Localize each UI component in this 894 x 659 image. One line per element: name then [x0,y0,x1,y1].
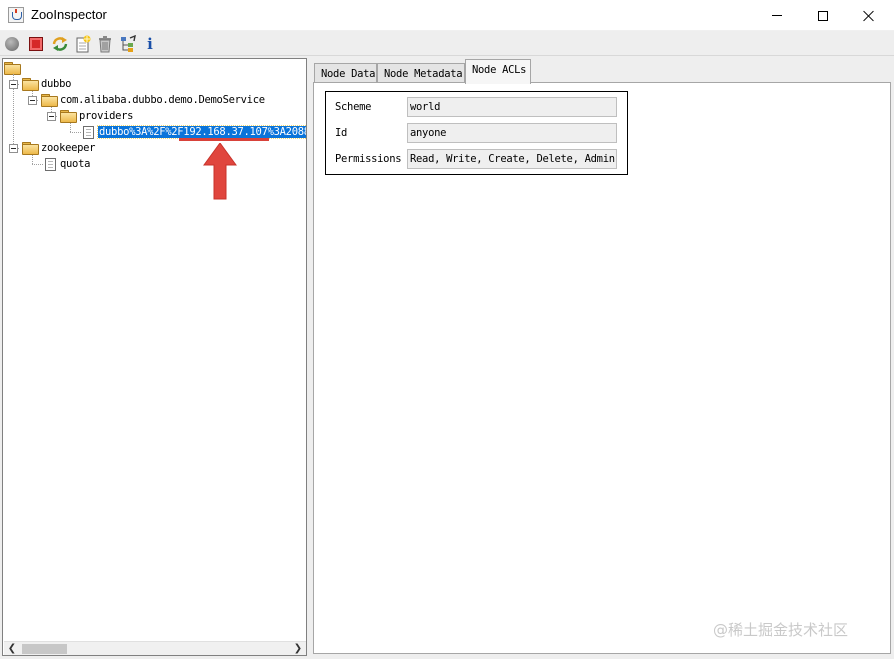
acl-id-label: Id [335,127,348,139]
acl-id-value[interactable]: anyone [407,123,617,143]
close-icon [863,10,875,22]
tree-node-label: dubbo%3A%2F%2F192.168.37.107%3A2088 [97,125,306,139]
connect-icon[interactable] [5,37,19,51]
maximize-button[interactable] [800,0,846,31]
tree-node-label: quota [60,158,91,170]
tree-node-label: providers [79,110,134,122]
delete-node-icon[interactable] [96,35,114,53]
tree-node-label: com.alibaba.dubbo.demo.DemoService [60,94,265,106]
collapse-toggle-zookeeper[interactable] [9,144,18,153]
collapse-toggle-providers[interactable] [47,112,56,121]
acl-entry: Scheme world Id anyone Permissions Read,… [325,91,628,175]
tree-node-dubbo[interactable]: dubbo [22,76,71,92]
about-icon[interactable]: i [143,35,157,53]
tree-node-label: dubbo [41,78,72,90]
refresh-icon[interactable] [51,35,69,53]
tree-node-providers[interactable]: providers [60,108,134,124]
window-title: ZooInspector [31,7,107,22]
tab-node-metadata[interactable]: Node Metadata [377,63,465,83]
node-viewers-icon[interactable] [119,34,137,53]
scroll-right-icon[interactable]: ❯ [292,642,304,655]
tree-line [70,132,81,133]
tree-node-demoservice[interactable]: com.alibaba.dubbo.demo.DemoService [41,92,265,108]
tab-node-data[interactable]: Node Data [314,63,377,83]
node-details-pane: Node Data Node Metadata Node ACLs Scheme… [311,58,892,656]
folder-icon [41,94,58,107]
tree-horizontal-scrollbar[interactable]: ❮ ❯ [4,641,306,655]
add-node-icon[interactable] [74,35,92,53]
scroll-thumb[interactable] [22,644,67,654]
annotation-arrow-icon [203,143,237,200]
acl-permissions-value[interactable]: Read, Write, Create, Delete, Admin [407,149,617,169]
document-icon [45,157,56,171]
document-icon [83,125,94,139]
maximize-icon [818,10,828,21]
folder-icon [4,62,21,75]
annotation-underline [179,138,269,141]
minimize-icon [772,15,782,16]
close-button[interactable] [846,0,892,31]
disconnect-icon[interactable] [29,37,43,51]
main-area: dubbo com.alibaba.dubbo.demo.DemoService… [0,56,894,659]
folder-icon [60,110,77,123]
acl-scheme-value[interactable]: world [407,97,617,117]
acl-permissions-label: Permissions [335,153,402,165]
toolbar: i [0,31,894,56]
scroll-left-icon[interactable]: ❮ [6,642,18,655]
collapse-toggle-dubbo[interactable] [9,80,18,89]
tree-node-zookeeper[interactable]: zookeeper [22,140,96,156]
minimize-button[interactable] [754,0,800,31]
folder-icon [22,142,39,155]
tree-line [32,164,43,165]
watermark: @稀土掘金技术社区 [713,621,849,639]
folder-icon [22,78,39,91]
title-bar: ZooInspector [0,0,894,31]
java-app-icon [8,7,24,23]
tree-node-quota[interactable]: quota [45,156,90,172]
acl-scheme-label: Scheme [335,101,372,113]
node-tree[interactable]: dubbo com.alibaba.dubbo.demo.DemoService… [2,58,307,656]
collapse-toggle-demoservice[interactable] [28,96,37,105]
tab-node-acls[interactable]: Node ACLs [465,59,531,84]
tab-content-node-acls: Scheme world Id anyone Permissions Read,… [313,82,891,654]
tree-node-label: zookeeper [41,142,96,154]
